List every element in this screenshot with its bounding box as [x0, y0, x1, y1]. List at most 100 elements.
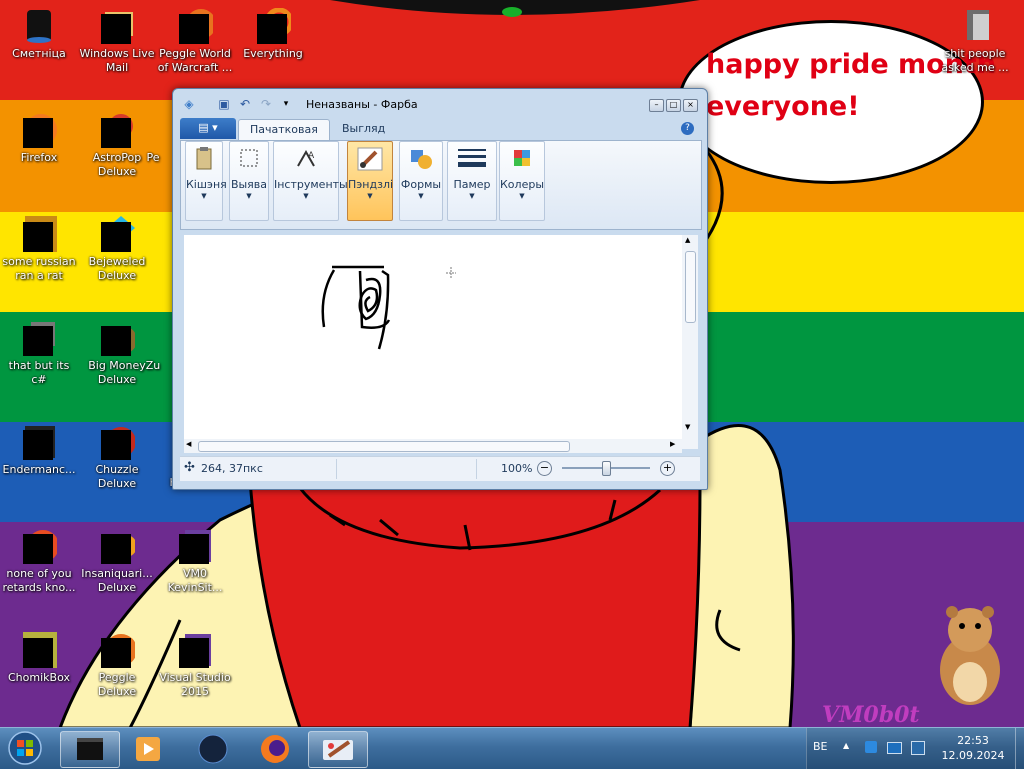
app-menu-button[interactable]: ▤ ▾	[180, 118, 236, 139]
scroll-right-arrow[interactable]: ▶	[670, 440, 675, 448]
desktop-icon-chuzzle[interactable]: Chuzzle Deluxe	[78, 424, 156, 491]
desktop-icon-firefox[interactable]: Firefox	[0, 112, 78, 165]
save-icon[interactable]: ▣	[217, 97, 231, 111]
desktop-icon-insaniquarium[interactable]: Insaniquari... Deluxe	[78, 528, 156, 595]
vertical-scroll-thumb[interactable]	[685, 251, 696, 323]
image-label: Выява	[230, 178, 268, 191]
tab-home[interactable]: Пачатковая	[238, 119, 330, 140]
scroll-up-arrow[interactable]: ▲	[685, 236, 690, 244]
brushes-button[interactable]: Пэндзлі ▼	[347, 141, 393, 221]
taskbar-globe-button[interactable]	[184, 731, 242, 766]
minimize-button[interactable]: –	[649, 99, 664, 112]
cursor-position: 264, 37пкс	[201, 462, 263, 475]
desktop-icon-label: Visual Studio 2015	[159, 671, 231, 698]
zoom-slider[interactable]	[562, 461, 650, 476]
clock-date: 12.09.2024	[941, 749, 1005, 762]
desktop-icon-label: Firefox	[20, 151, 58, 164]
desktop-icon-everything[interactable]: Everything	[234, 7, 312, 61]
firefox-icon	[261, 735, 289, 763]
desktop-icon-chomikbox[interactable]: ChomikBox	[0, 632, 78, 685]
app-icon	[21, 528, 59, 564]
show-desktop-button[interactable]	[1015, 728, 1024, 769]
folder-icon	[957, 8, 993, 44]
cursor-position-icon: ✣	[184, 460, 195, 475]
tray-monitor-icon[interactable]	[887, 742, 902, 754]
globe-icon	[198, 734, 228, 764]
tools-button[interactable]: A Інструменты ▼	[273, 141, 348, 221]
terminal-icon	[21, 424, 57, 460]
image-button[interactable]: Выява ▼	[229, 141, 269, 221]
recycle-bin-icon	[21, 8, 57, 44]
cmd-window-icon	[77, 738, 103, 760]
desktop-icon-that-but-csharp[interactable]: that but its c#	[0, 320, 78, 387]
desktop-icon-russian-rat[interactable]: some russian ran a rat	[0, 216, 78, 283]
size-button[interactable]: Памер ▼	[447, 141, 497, 221]
paint-window[interactable]: ◈ ▣ ↶ ↷ ▾ Неназваны - Фарба – □ × ▤ ▾ Па…	[172, 88, 708, 490]
window-title: Неназваны - Фарба	[306, 98, 418, 111]
clipboard-label: Кішэня	[186, 178, 227, 191]
maximize-button[interactable]: □	[666, 99, 681, 112]
search-icon	[255, 7, 294, 44]
desktop-icon-endermanc[interactable]: Endermanc...	[0, 424, 78, 477]
desktop-icon-vm0-kevinsite[interactable]: VM0 KevinSit...	[156, 528, 234, 595]
visual-studio-icon	[177, 528, 213, 564]
size-icon	[458, 146, 486, 172]
drawing-canvas[interactable]	[184, 235, 682, 449]
clock[interactable]: 22:53 12.09.2024	[939, 733, 1007, 763]
taskbar-firefox-button[interactable]	[246, 731, 304, 766]
peggle-icon	[99, 632, 137, 668]
select-icon	[235, 146, 263, 172]
desktop-icon-label: shit people asked me ...	[941, 47, 1009, 74]
desktop-icon-peggle-deluxe[interactable]: Peggle Deluxe	[78, 632, 156, 699]
tools-label: Інструменты	[274, 178, 348, 191]
shapes-button[interactable]: Формы ▼	[399, 141, 443, 221]
horizontal-scrollbar[interactable]: ◀ ▶	[184, 439, 682, 453]
start-button[interactable]	[6, 730, 44, 766]
taskbar-media-player-button[interactable]	[118, 731, 176, 766]
vertical-scrollbar[interactable]: ▲ ▼	[682, 235, 698, 449]
desktop-icon-visual-studio[interactable]: Visual Studio 2015	[156, 632, 234, 699]
status-bar: ✣ 264, 37пкс 100% − +	[180, 456, 700, 481]
desktop-icon-shit-people-asked[interactable]: shit people asked me ...	[936, 8, 1014, 75]
zoom-level: 100%	[501, 462, 533, 475]
language-indicator[interactable]: BE	[813, 740, 828, 753]
help-icon[interactable]: ?	[681, 122, 694, 135]
taskbar-cmd-button[interactable]	[60, 731, 120, 768]
scroll-down-arrow[interactable]: ▼	[685, 423, 690, 431]
colors-button[interactable]: Колеры ▼	[499, 141, 545, 221]
peggle-icon	[177, 8, 216, 44]
horizontal-scroll-thumb[interactable]	[198, 441, 570, 452]
desktop-icon-label: Windows Live Mail	[79, 47, 155, 74]
show-hidden-icons-button[interactable]: ▲	[843, 741, 849, 750]
desktop-icon-label: some russian ran a rat	[2, 255, 76, 282]
document-icon	[21, 216, 57, 252]
desktop-icon-recycle-bin[interactable]: Сметніца	[0, 8, 78, 61]
taskbar-paint-button[interactable]	[308, 731, 368, 768]
zoom-in-button[interactable]: +	[660, 461, 675, 476]
zoom-slider-thumb[interactable]	[602, 461, 611, 476]
tab-view[interactable]: Выгляд	[331, 119, 396, 139]
desktop-icon-label: Endermanc...	[2, 463, 76, 476]
scroll-left-arrow[interactable]: ◀	[186, 440, 191, 448]
canvas-drawing	[321, 265, 456, 350]
status-divider	[476, 459, 477, 479]
network-icon[interactable]	[911, 741, 925, 755]
desktop-icon-label: Bejeweled Deluxe	[88, 255, 146, 282]
clipboard-button[interactable]: Кішэня ▼	[185, 141, 227, 221]
desktop-icon-label: VM0 KevinSit...	[167, 567, 223, 594]
close-button[interactable]: ×	[683, 99, 698, 112]
zoom-out-button[interactable]: −	[537, 461, 552, 476]
redo-icon[interactable]: ↷	[259, 97, 273, 111]
desktop-icon-bejeweled[interactable]: Bejeweled Deluxe	[78, 216, 156, 283]
tray-app-icon[interactable]	[865, 741, 877, 753]
desktop-icon-label: ChomikBox	[8, 671, 70, 684]
gem-icon	[99, 216, 135, 252]
customize-quick-access-icon[interactable]: ▾	[279, 97, 293, 111]
title-bar[interactable]: ◈ ▣ ↶ ↷ ▾ Неназваны - Фарба – □ ×	[173, 89, 707, 117]
desktop-icon-peggle-wow[interactable]: Peggle World of Warcraft ...	[156, 8, 234, 75]
desktop-icon-none-of-you[interactable]: none of you retards kno...	[0, 528, 78, 595]
visual-studio-icon	[177, 632, 213, 668]
desktop-icon-windows-live-mail[interactable]: Windows Live Mail	[78, 8, 156, 75]
undo-icon[interactable]: ↶	[238, 97, 252, 111]
paint-app-icon[interactable]: ◈	[182, 97, 196, 111]
